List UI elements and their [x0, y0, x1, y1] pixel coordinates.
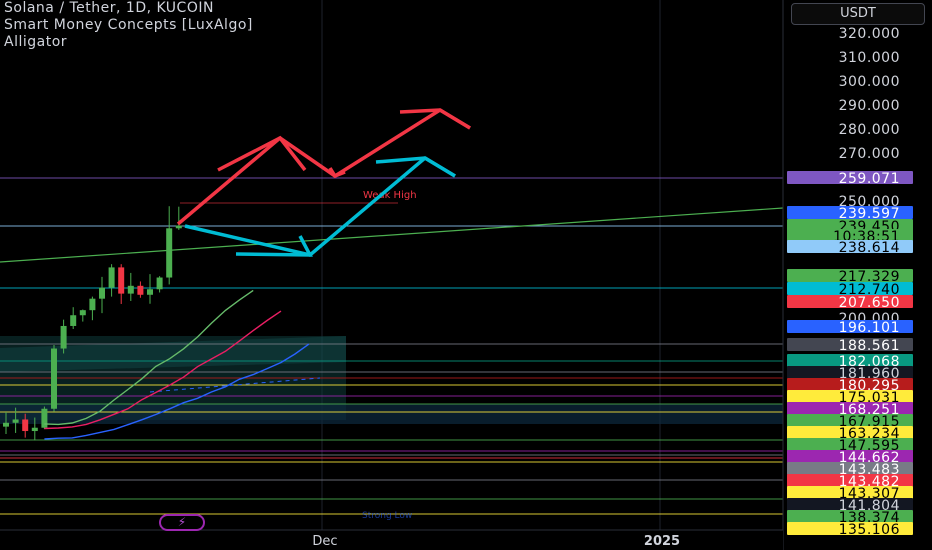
candle-body[interactable] — [127, 285, 134, 294]
candle-body[interactable] — [166, 228, 173, 278]
candle-body[interactable] — [89, 298, 96, 311]
strong-low-label: Strong Low — [362, 511, 412, 521]
price-badge-value: 196.101 — [839, 320, 900, 336]
candle-body[interactable] — [99, 287, 105, 299]
candle-body[interactable] — [108, 267, 115, 288]
candle-body[interactable] — [41, 408, 48, 428]
price-badge-value: 188.561 — [839, 338, 900, 354]
candle-body[interactable] — [60, 325, 67, 349]
price-badge-value: 259.071 — [839, 171, 900, 187]
price-tick-label: 280.000 — [839, 122, 900, 138]
price-badge-value: 207.650 — [839, 295, 900, 311]
weak-high-label: Weak High — [363, 190, 417, 201]
price-tick-label: 300.000 — [839, 74, 900, 90]
candle-body[interactable] — [51, 348, 57, 409]
candle-body[interactable] — [118, 267, 125, 294]
price-tick-label: 270.000 — [839, 146, 900, 162]
candle-body[interactable] — [175, 225, 182, 229]
price-tick-label: 320.000 — [839, 26, 900, 42]
indicator-alligator[interactable]: Alligator — [4, 34, 253, 51]
price-tick-label: 290.000 — [839, 98, 900, 114]
lightning-icon[interactable]: ⚡ — [159, 514, 205, 531]
price-badge-value: 135.106 — [839, 522, 900, 538]
indicator-smc[interactable]: Smart Money Concepts [LuxAlgo] — [4, 17, 253, 34]
candle-body[interactable] — [156, 277, 163, 290]
candle-body[interactable] — [31, 427, 38, 432]
currency-selector[interactable]: USDT — [791, 3, 925, 25]
candle-body[interactable] — [22, 419, 29, 432]
time-tick-label: 2025 — [644, 534, 680, 549]
candle-body[interactable] — [147, 289, 153, 295]
candle-body[interactable] — [79, 310, 86, 316]
candle-body[interactable] — [3, 422, 9, 427]
symbol-title[interactable]: Solana / Tether, 1D, KUCOIN — [4, 0, 253, 17]
price-tick-label: 310.000 — [839, 50, 900, 66]
candle-body[interactable] — [137, 285, 144, 295]
time-tick-label: Dec — [312, 534, 337, 549]
candle-body[interactable] — [12, 419, 19, 423]
candle-body[interactable] — [70, 315, 77, 326]
price-badge-value: 238.614 — [839, 240, 900, 256]
chart-legend: Solana / Tether, 1D, KUCOIN Smart Money … — [4, 0, 253, 51]
demand-zone — [0, 404, 783, 424]
price-chart[interactable]: Weak High Strong Low 320.000 310.000 300.000… — [0, 0, 932, 550]
